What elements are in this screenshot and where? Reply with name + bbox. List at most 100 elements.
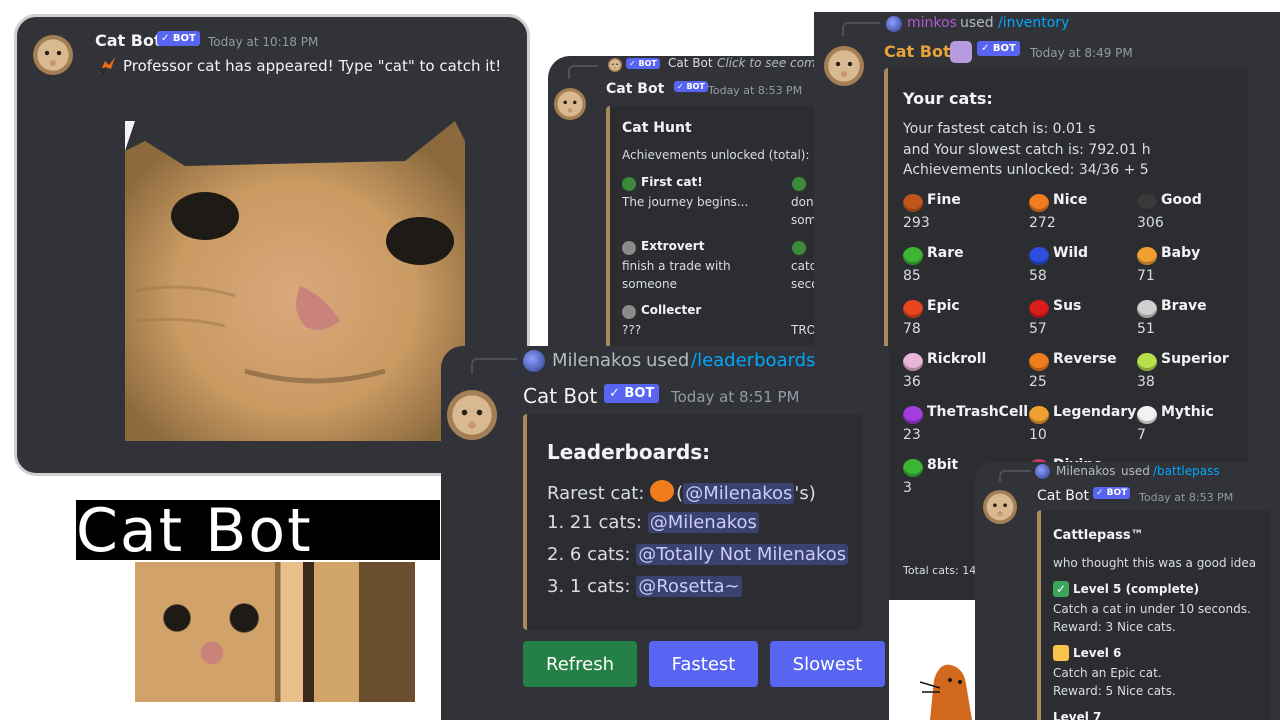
cat-type-count: 306 bbox=[1137, 215, 1164, 231]
reply-command[interactable]: /battlepass bbox=[1153, 464, 1220, 478]
cat-type-name: Legendary bbox=[1053, 404, 1137, 420]
battlepass-embed: Cattlepass™ who thought this was a good … bbox=[1037, 510, 1271, 720]
cat-bot-avatar[interactable] bbox=[824, 46, 864, 86]
cat-type-count: 85 bbox=[903, 268, 921, 284]
achievement-desc-right: don bbox=[791, 195, 814, 209]
timestamp: Today at 10:18 PM bbox=[208, 35, 319, 49]
cat-bot-avatar[interactable] bbox=[554, 88, 586, 120]
achievement-desc-right: som bbox=[791, 213, 817, 227]
reply-command[interactable]: /inventory bbox=[998, 15, 1069, 31]
cat-bot-avatar[interactable] bbox=[447, 390, 497, 440]
spawn-message-text: Professor cat has appeared! Type "cat" t… bbox=[123, 57, 502, 75]
username[interactable]: Cat Bot bbox=[884, 42, 951, 61]
reply-avatar bbox=[608, 58, 622, 72]
reply-used: used bbox=[960, 15, 994, 31]
cat-type-count: 293 bbox=[903, 215, 930, 231]
cat-bot-avatar[interactable] bbox=[983, 490, 1017, 524]
mention[interactable]: @Rosetta~ bbox=[636, 576, 742, 597]
leaderboards-embed: Leaderboards: Rarest cat: (@Milenakos's)… bbox=[523, 414, 863, 630]
mention[interactable]: @Totally Not Milenakos bbox=[636, 544, 849, 565]
username[interactable]: Cat Bot bbox=[95, 31, 162, 50]
cat-rarity-icon bbox=[1029, 406, 1049, 424]
embed-subtitle: who thought this was a good idea bbox=[1053, 556, 1257, 570]
fastest-catch: Your fastest catch is: 0.01 s bbox=[903, 121, 1096, 137]
reply-username[interactable]: Milenakos bbox=[552, 350, 641, 371]
bot-badge: ✓ BOT bbox=[1093, 487, 1131, 499]
reply-username[interactable]: minkos bbox=[907, 15, 957, 31]
refresh-button[interactable]: Refresh bbox=[523, 641, 637, 687]
username[interactable]: Cat Bot bbox=[523, 384, 597, 408]
mention[interactable]: @Milenakos bbox=[647, 512, 759, 533]
cat-bot-avatar[interactable] bbox=[33, 35, 73, 75]
cat-type-name: Brave bbox=[1161, 298, 1207, 314]
reply-bot-badge: ✓ BOT bbox=[626, 58, 660, 69]
level-desc: Catch an Epic cat. bbox=[1053, 666, 1162, 680]
cat-type-name: Sus bbox=[1053, 298, 1082, 314]
cat-type-count: 38 bbox=[1137, 374, 1155, 390]
reply-used: used bbox=[1121, 464, 1150, 478]
cat-type-count: 58 bbox=[1029, 268, 1047, 284]
cat-type-name: TheTrashCell bbox=[927, 404, 1029, 420]
achievements-summary: Achievements unlocked (total): 1 bbox=[622, 148, 821, 162]
achievement-name: First cat! bbox=[641, 175, 703, 189]
cat-type-count: 25 bbox=[1029, 374, 1047, 390]
level-title: Level 6 bbox=[1073, 646, 1122, 660]
achievement-desc-right: TRO bbox=[791, 323, 817, 337]
achievement-desc-line2: someone bbox=[622, 277, 677, 291]
cat-type-count: 51 bbox=[1137, 321, 1155, 337]
slowest-button[interactable]: Slowest bbox=[770, 641, 885, 687]
cat-type-count: 3 bbox=[903, 480, 912, 496]
legendary-cat-icon bbox=[650, 480, 675, 502]
fastest-button[interactable]: Fastest bbox=[649, 641, 758, 687]
cat-type-name: Baby bbox=[1161, 245, 1201, 261]
reply-command[interactable]: /leaderboards bbox=[691, 350, 815, 371]
cat-type-name: 8bit bbox=[927, 457, 959, 473]
battlepass-message: Milenakos used /battlepass Cat Bot ✓ BOT… bbox=[975, 462, 1280, 720]
timestamp: Today at 8:49 PM bbox=[1030, 46, 1133, 60]
reply-text[interactable]: Click to see com bbox=[717, 56, 816, 70]
level-desc: Catch a cat in under 10 seconds. bbox=[1053, 602, 1251, 616]
reply-used: used bbox=[646, 350, 690, 371]
achievement-desc: finish a trade with bbox=[622, 259, 731, 273]
leaderboard-row: 3. 1 cats: @Rosetta~ bbox=[547, 576, 742, 597]
cat-rarity-icon bbox=[1137, 194, 1157, 212]
cat-type-count: 57 bbox=[1029, 321, 1047, 337]
username[interactable]: Cat Bot bbox=[1037, 488, 1089, 504]
timestamp: Today at 8:53 PM bbox=[708, 84, 803, 97]
cat-type-count: 23 bbox=[903, 427, 921, 443]
username[interactable]: Cat Bot bbox=[606, 81, 664, 97]
achievement-icon bbox=[792, 241, 806, 255]
cat-type-name: Fine bbox=[927, 192, 961, 208]
leaderboards-message: Milenakos used /leaderboards Cat Bot ✓ B… bbox=[441, 346, 889, 720]
embed-title: Cat Hunt bbox=[622, 120, 692, 136]
cat-type-name: Reverse bbox=[1053, 351, 1117, 367]
cat-type-count: 10 bbox=[1029, 427, 1047, 443]
cat-rarity-icon bbox=[1137, 353, 1157, 371]
cat-rarity-icon bbox=[903, 459, 923, 477]
cat-type-name: Epic bbox=[927, 298, 960, 314]
cat-rarity-icon bbox=[903, 194, 923, 212]
cat-type-name: Nice bbox=[1053, 192, 1088, 208]
timestamp: Today at 8:53 PM bbox=[1139, 491, 1234, 504]
bot-badge: ✓ BOT bbox=[157, 31, 200, 46]
cat-type-name: Mythic bbox=[1161, 404, 1214, 420]
level-title: Level 7 bbox=[1053, 710, 1102, 720]
reply-line bbox=[842, 22, 880, 36]
level-title: Level 5 (complete) bbox=[1073, 582, 1200, 596]
mention[interactable]: @Milenakos bbox=[683, 483, 795, 504]
incomplete-icon bbox=[1053, 645, 1069, 661]
reply-username[interactable]: Milenakos bbox=[1056, 464, 1115, 478]
cat-rarity-icon bbox=[1137, 300, 1157, 318]
cat-type-name: Good bbox=[1161, 192, 1202, 208]
check-icon: ✓ bbox=[1053, 581, 1069, 597]
embed-title: Leaderboards: bbox=[547, 440, 711, 464]
bot-badge: ✓ BOT bbox=[977, 41, 1020, 56]
achievements-message: ✓ BOT Cat Bot Click to see com Cat Bot ✓… bbox=[548, 56, 838, 356]
leaderboard-row: 1. 21 cats: @Milenakos bbox=[547, 512, 759, 533]
cat-rarity-icon bbox=[903, 406, 923, 424]
achievement-icon bbox=[622, 241, 636, 255]
cat-bot-logo-text: Cat Bot bbox=[76, 496, 313, 566]
cat-rarity-icon bbox=[1137, 247, 1157, 265]
cat-image[interactable] bbox=[125, 121, 465, 441]
reply-username[interactable]: Cat Bot bbox=[668, 56, 713, 70]
